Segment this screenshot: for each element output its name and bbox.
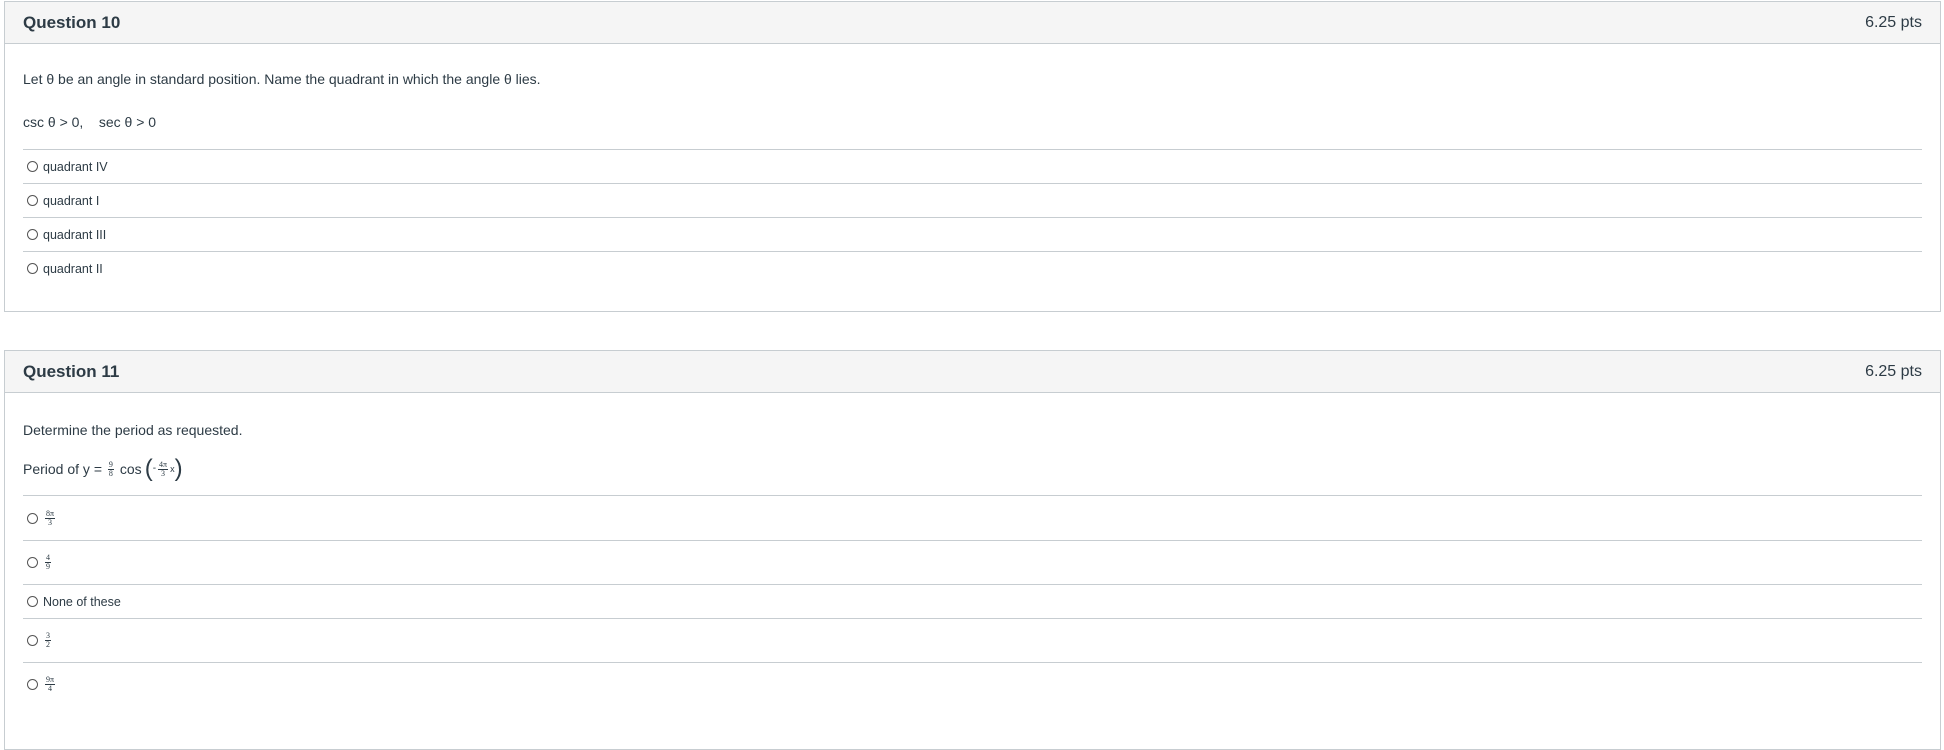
answer-label: quadrant I xyxy=(43,193,100,208)
question-prompt: Let θ be an angle in standard position. … xyxy=(23,71,541,87)
question-11-card: Question 11 6.25 pts Determine the perio… xyxy=(4,350,1941,750)
formula-coefficient: 9 8 xyxy=(107,460,114,478)
question-title: Question 11 xyxy=(23,361,120,381)
answer-option[interactable]: quadrant III xyxy=(23,217,1922,251)
right-paren: ) xyxy=(174,455,183,482)
answer-option[interactable]: None of these xyxy=(23,584,1922,618)
radio-button[interactable] xyxy=(27,635,38,646)
answer-option[interactable]: 9π 4 xyxy=(23,662,1922,706)
formula-function: cos xyxy=(119,461,142,477)
fraction-denominator: 2 xyxy=(46,640,50,649)
radio-button[interactable] xyxy=(27,195,38,206)
radio-button[interactable] xyxy=(27,161,38,172)
question-10-card: Question 10 6.25 pts Let θ be an angle i… xyxy=(4,1,1941,312)
radio-button[interactable] xyxy=(27,512,38,524)
question-formula: Period of y = 9 8 cos ( - 4π 3 x ) xyxy=(23,455,1922,482)
formula-sign: - xyxy=(152,463,157,474)
fraction-denominator: 3 xyxy=(48,517,53,527)
fraction-denominator: 3 xyxy=(161,468,166,478)
radio-button[interactable] xyxy=(27,679,38,690)
question-points: 6.25 pts xyxy=(1865,13,1922,31)
answer-fraction: 3 2 xyxy=(45,632,51,649)
radio-button[interactable] xyxy=(27,557,38,568)
fraction-denominator: 9 xyxy=(46,562,50,571)
formula-argument: 4π 3 xyxy=(158,460,169,478)
answer-option[interactable]: quadrant I xyxy=(23,183,1922,217)
question-title: Question 10 xyxy=(23,12,121,32)
question-header: Question 10 6.25 pts xyxy=(5,2,1940,44)
fraction-denominator: 4 xyxy=(48,684,53,693)
answer-option[interactable]: 3 2 xyxy=(23,618,1922,662)
question-condition: csc θ > 0, sec θ > 0 xyxy=(23,114,157,130)
fraction-denominator: 8 xyxy=(108,468,113,478)
answer-list: 8π 3 4 9 None of these 3 2 9π 4 xyxy=(23,495,1922,706)
radio-button[interactable] xyxy=(27,596,38,607)
answer-option[interactable]: 4 9 xyxy=(23,540,1922,584)
answer-label: quadrant IV xyxy=(43,159,108,174)
answer-fraction: 4 9 xyxy=(45,554,51,571)
answer-list: quadrant IV quadrant I quadrant III quad… xyxy=(23,149,1922,285)
answer-fraction: 9π 4 xyxy=(45,676,56,693)
answer-label: quadrant III xyxy=(43,227,107,242)
radio-button[interactable] xyxy=(27,229,38,240)
answer-label: quadrant II xyxy=(43,261,103,276)
answer-option[interactable]: quadrant II xyxy=(23,251,1922,285)
question-prompt: Determine the period as requested. xyxy=(23,422,243,438)
answer-option[interactable]: quadrant IV xyxy=(23,149,1922,183)
answer-option[interactable]: 8π 3 xyxy=(23,495,1922,540)
radio-button[interactable] xyxy=(27,263,38,274)
formula-prefix: Period of y = xyxy=(23,461,106,477)
question-header: Question 11 6.25 pts xyxy=(5,351,1940,393)
left-paren: ( xyxy=(144,455,153,482)
question-points: 6.25 pts xyxy=(1865,362,1922,380)
answer-label: None of these xyxy=(43,594,121,609)
answer-fraction: 8π 3 xyxy=(45,509,56,527)
